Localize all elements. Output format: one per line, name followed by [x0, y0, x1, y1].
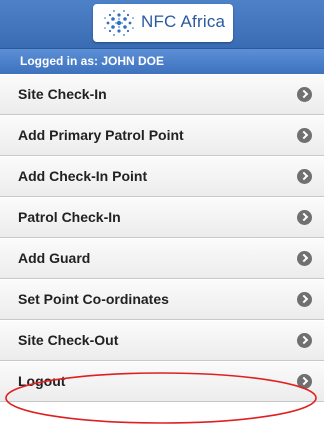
chevron-right-icon [297, 210, 312, 225]
menu-item-label: Add Check-In Point [18, 168, 148, 184]
menu-item-label: Add Guard [18, 250, 91, 266]
menu-item-site-check-in[interactable]: Site Check-In [0, 74, 324, 115]
logo: NFC Africa [93, 4, 233, 42]
chevron-right-icon [297, 169, 312, 184]
chevron-right-icon [297, 87, 312, 102]
logo-text: NFC Africa [141, 12, 226, 31]
menu-item-patrol-check-in[interactable]: Patrol Check-In [0, 197, 324, 238]
highlight-ellipse-shape [5, 372, 317, 424]
logged-in-label: Logged in as: JOHN DOE [20, 54, 165, 68]
globe-icon [104, 10, 134, 36]
menu-item-label: Set Point Co-ordinates [18, 291, 169, 307]
menu-item-site-check-out[interactable]: Site Check-Out [0, 320, 324, 361]
menu-item-add-guard[interactable]: Add Guard [0, 238, 324, 279]
main-menu: Site Check-In Add Primary Patrol Point A… [0, 74, 324, 402]
app-header: NFC Africa [0, 0, 324, 49]
chevron-right-icon [297, 292, 312, 307]
menu-item-add-check-in-point[interactable]: Add Check-In Point [0, 156, 324, 197]
menu-item-set-point-coordinates[interactable]: Set Point Co-ordinates [0, 279, 324, 320]
chevron-right-icon [297, 251, 312, 266]
menu-item-add-primary-patrol-point[interactable]: Add Primary Patrol Point [0, 115, 324, 156]
menu-item-label: Patrol Check-In [18, 209, 121, 225]
logout-highlight-ellipse [5, 372, 317, 424]
chevron-right-icon [297, 128, 312, 143]
menu-item-label: Site Check-Out [18, 332, 119, 348]
menu-item-label: Site Check-In [18, 86, 107, 102]
menu-item-label: Add Primary Patrol Point [18, 127, 184, 143]
logged-in-bar: Logged in as: JOHN DOE [0, 49, 324, 74]
chevron-right-icon [297, 333, 312, 348]
